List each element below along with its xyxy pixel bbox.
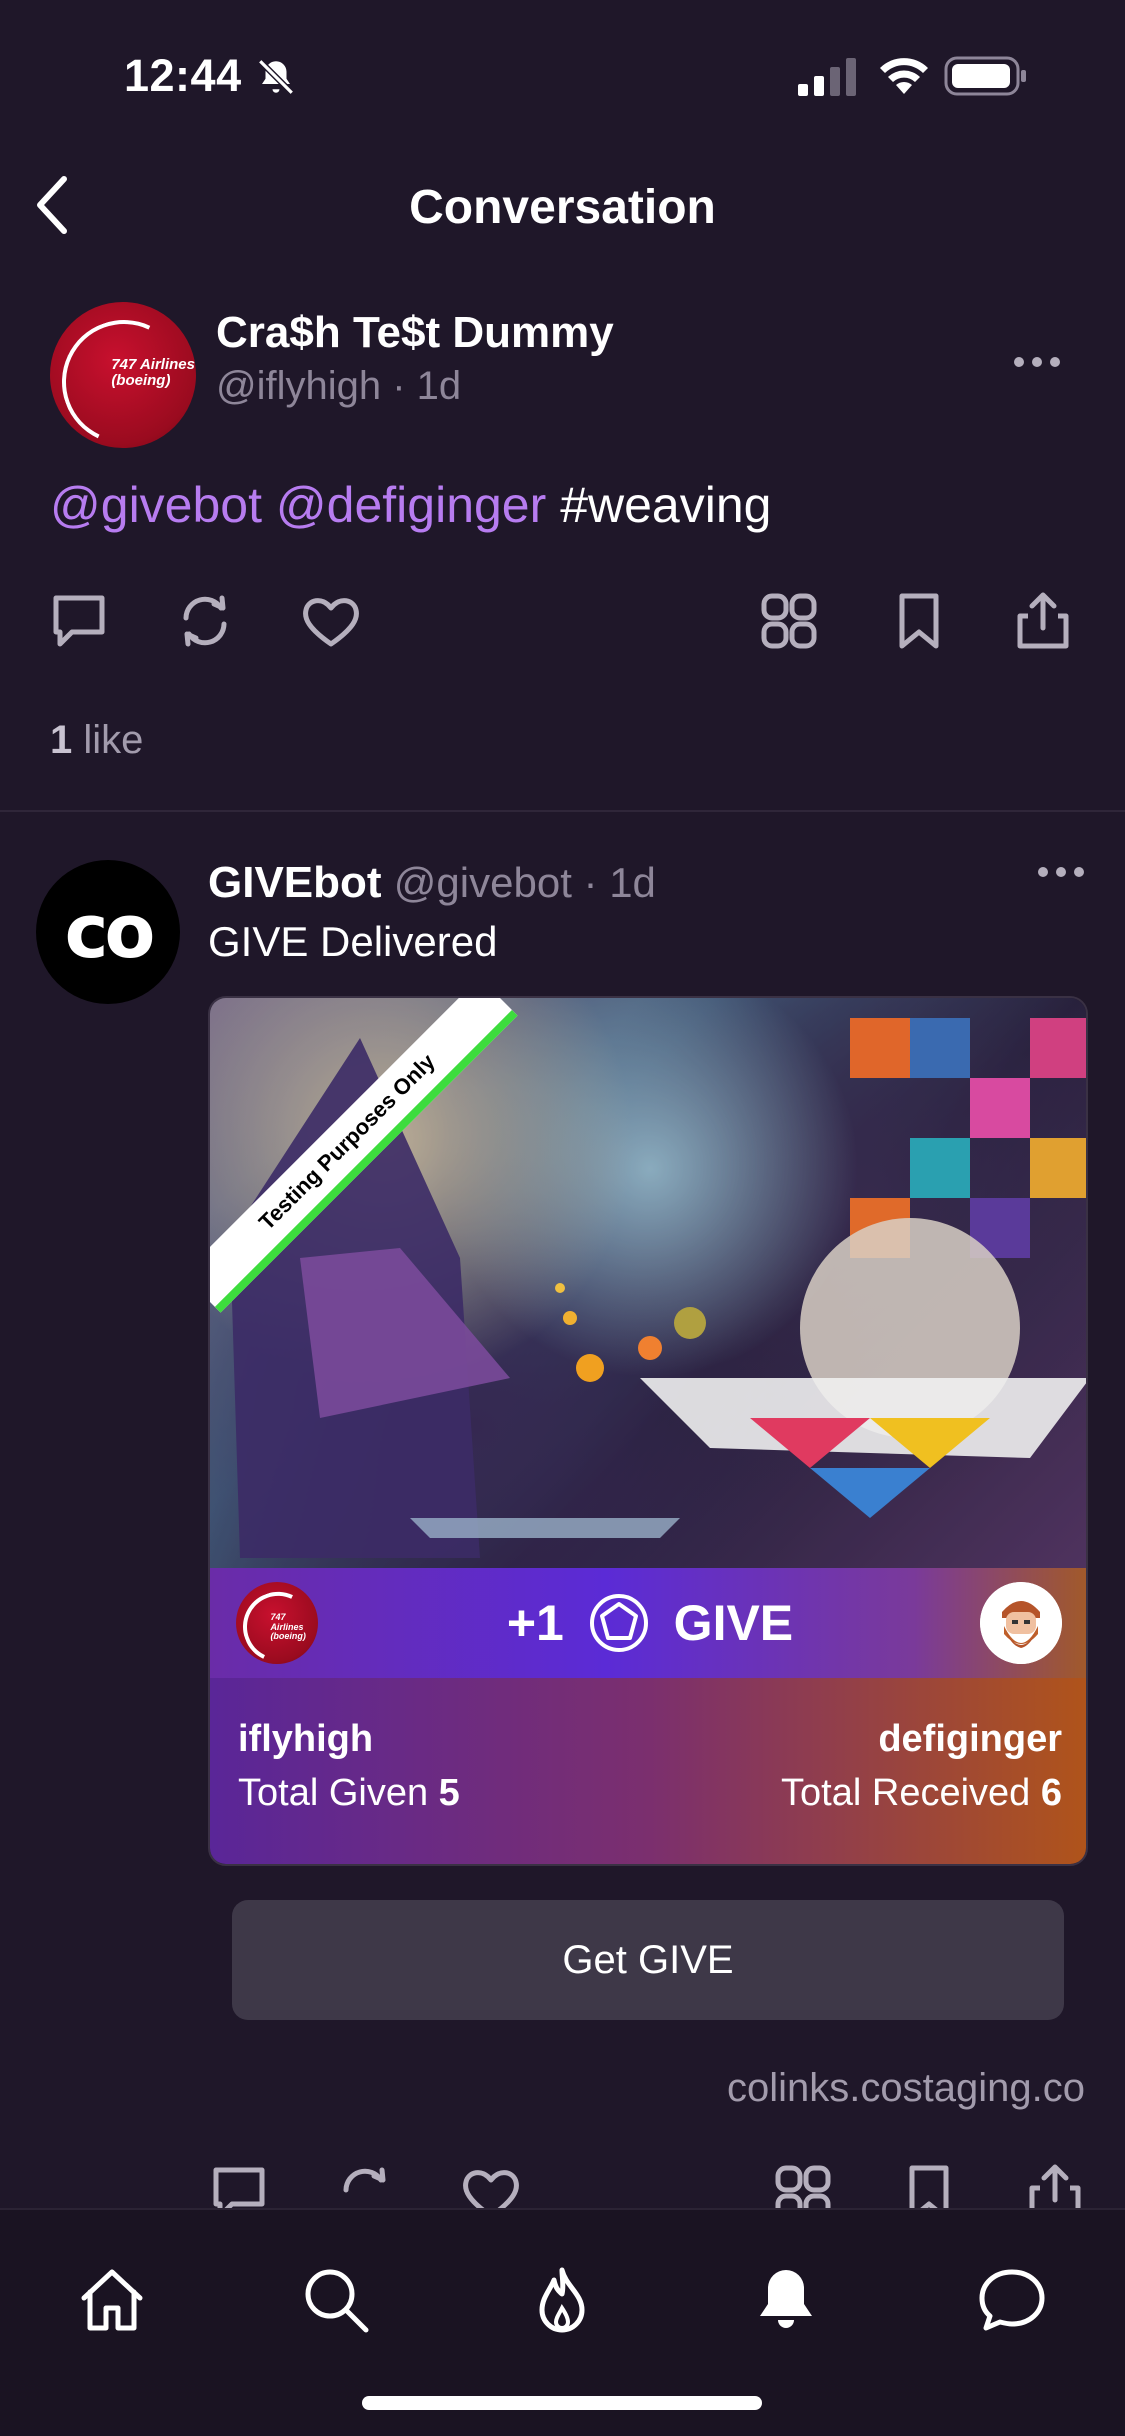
nav-bar: Conversation (0, 160, 1125, 250)
original-post: 747 Airlines (boeing) Cra$h Te$t Dummy @i… (0, 290, 1125, 810)
receiver-name: defiginger (878, 1718, 1062, 1760)
grid-apps-icon[interactable] (758, 590, 820, 652)
likes-label: like (72, 718, 144, 762)
hashtag-link[interactable]: #weaving (560, 477, 771, 533)
give-stats: iflyhigh Total Given 5 defiginger Total … (210, 1678, 1086, 1864)
give-token-icon (589, 1593, 648, 1652)
post-actions (0, 2160, 1125, 2210)
get-give-button[interactable]: Get GIVE (232, 1900, 1064, 2020)
more-options-icon[interactable] (1036, 860, 1086, 884)
home-indicator[interactable] (362, 2396, 762, 2410)
avatar[interactable]: 747 Airlines (boeing) (50, 302, 196, 448)
repost-icon[interactable] (174, 590, 236, 652)
author-handle-time: @givebot · 1d (393, 859, 656, 906)
tab-home[interactable] (72, 2260, 152, 2340)
status-bar: 12:44 (0, 0, 1125, 150)
giver-stat-value: 5 (438, 1772, 460, 1814)
wifi-icon (880, 58, 928, 94)
divider (0, 810, 1125, 812)
give-bar: 747 Airlines (boeing) +1 GIVE (210, 1568, 1086, 1678)
avatar-label: 747 Airlines (111, 356, 195, 374)
giver-stat: Total Given 5 (238, 1772, 460, 1815)
give-card[interactable]: Testing Purposes Only 747 Airlines (boein… (208, 996, 1088, 1866)
receiver-stat-label: Total Received (781, 1772, 1031, 1814)
repost-icon[interactable] (334, 2162, 396, 2210)
page-title: Conversation (409, 181, 716, 234)
likes-number: 1 (50, 718, 73, 762)
likes-count[interactable]: 1 like (50, 718, 143, 763)
bookmark-icon[interactable] (888, 590, 950, 652)
give-amount: +1 GIVE (210, 1593, 1086, 1658)
tab-search[interactable] (296, 2260, 376, 2340)
post-text: @givebot @defiginger #weaving (50, 476, 771, 534)
mention-link[interactable]: @givebot (50, 477, 262, 533)
reply-icon[interactable] (208, 2162, 270, 2210)
give-prefix: +1 (506, 1595, 564, 1651)
author-handle-time[interactable]: @iflyhigh · 1d (216, 364, 461, 409)
author-name: GIVEbot (208, 858, 382, 907)
reply-icon[interactable] (48, 590, 110, 652)
tab-messages[interactable] (972, 2260, 1052, 2340)
receiver-avatar (980, 1582, 1062, 1664)
author-name[interactable]: Cra$h Te$t Dummy (216, 308, 614, 358)
avatar-logo-text: co (64, 889, 156, 975)
bell-icon (760, 2270, 812, 2328)
search-icon (305, 2269, 369, 2333)
card-artwork: Testing Purposes Only (210, 998, 1086, 1568)
avatar[interactable]: co (36, 860, 180, 1004)
avatar-sublabel: (boeing) (111, 372, 171, 390)
grid-apps-icon[interactable] (772, 2162, 834, 2210)
mention-link[interactable]: @defiginger (276, 477, 546, 533)
chat-bubble-icon (979, 2269, 1045, 2331)
status-time: 12:44 (124, 50, 242, 101)
more-options-icon[interactable] (1012, 350, 1062, 374)
bell-muted-icon (258, 59, 294, 95)
bearded-face-icon (980, 1582, 1062, 1664)
bookmark-icon[interactable] (898, 2162, 960, 2210)
post-text: GIVE Delivered (208, 918, 498, 965)
receiver-stat: Total Received 6 (781, 1772, 1062, 1815)
give-label: GIVE (673, 1595, 794, 1651)
battery-icon (944, 56, 1026, 96)
author-line[interactable]: GIVEbot @givebot · 1d (208, 858, 656, 908)
link-domain[interactable]: colinks.costaging.co (727, 2066, 1085, 2111)
like-heart-icon[interactable] (300, 590, 362, 652)
flame-icon (539, 2267, 585, 2333)
like-heart-icon[interactable] (460, 2162, 522, 2210)
tab-notifications[interactable] (746, 2260, 826, 2340)
giver-name: iflyhigh (238, 1718, 374, 1760)
share-icon[interactable] (1012, 590, 1074, 652)
post-actions (0, 590, 1125, 660)
share-icon[interactable] (1024, 2162, 1086, 2210)
tab-trending[interactable] (522, 2260, 602, 2340)
home-icon (81, 2269, 143, 2331)
artwork-illustration (210, 998, 1086, 1568)
giver-stat-label: Total Given (238, 1772, 429, 1814)
receiver-stat-value: 6 (1040, 1772, 1062, 1814)
cellular-signal-icon (798, 58, 856, 96)
